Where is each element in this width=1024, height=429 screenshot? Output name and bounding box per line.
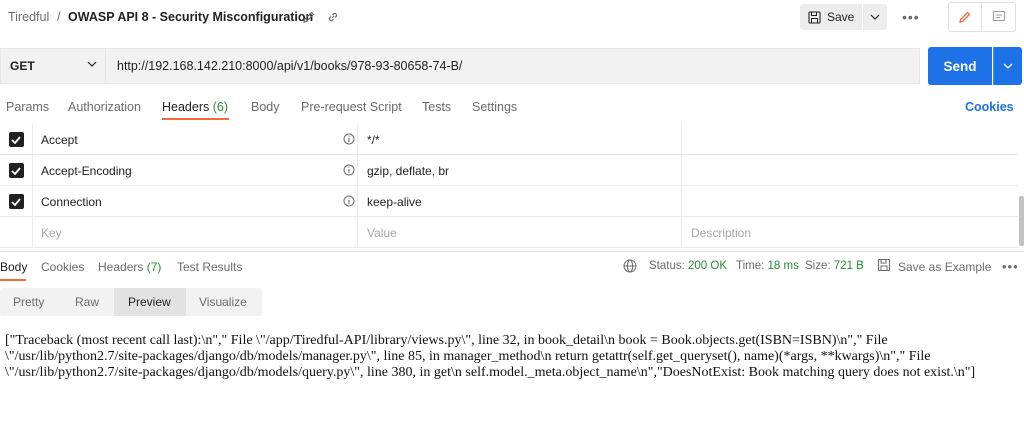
new-key-input[interactable]: Key [41,226,62,240]
tab-headers-count: (6) [212,100,229,114]
time-label: Time: [736,260,765,272]
response-tab-headers-label: Headers [98,260,144,274]
response-size[interactable]: Size: 721 B [805,260,864,272]
header-key[interactable]: Accept [41,133,78,147]
title-bar: Tiredful / OWASP API 8 - Security Miscon… [0,0,1024,34]
side-panel-toggle [948,2,1016,32]
table-row-new: Key Value Description [0,217,1018,248]
view-mode-visualize[interactable]: Visualize [199,295,247,309]
tab-authorization[interactable]: Authorization [68,100,141,114]
header-value[interactable]: gzip, deflate, br [367,164,449,178]
size-label: Size: [805,260,831,272]
tab-headers-label: Headers [162,100,210,114]
check-icon [11,135,21,144]
save-button[interactable]: Save [800,4,862,30]
table-row: Connection keep-alive [0,186,1018,217]
view-mode-preview[interactable]: Preview [128,295,171,309]
method-value: GET [10,59,35,73]
header-enabled-checkbox[interactable] [0,186,33,217]
response-preview: ["Traceback (most recent call last):\n",… [5,333,976,380]
cookies-link[interactable]: Cookies [965,100,1014,114]
response-status[interactable]: Status: 200 OK [649,260,727,272]
view-mode-raw[interactable]: Raw [75,295,99,309]
tab-tests[interactable]: Tests [422,100,451,114]
time-value: 18 ms [767,260,799,272]
new-value-input[interactable]: Value [367,226,397,240]
breadcrumb-separator: / [57,10,61,24]
header-key[interactable]: Connection [41,195,102,209]
breadcrumb-workspace[interactable]: Tiredful [8,10,49,24]
table-row: Accept-Encoding gzip, deflate, br [0,155,1018,186]
active-tab-indicator [162,118,229,120]
check-icon [11,166,21,175]
url-value: http://192.168.142.210:8000/api/v1/books… [117,59,463,73]
info-icon[interactable] [343,195,355,207]
edit-panel-button[interactable] [949,3,983,31]
pencil-icon[interactable] [302,10,316,24]
header-enabled-checkbox[interactable] [0,155,33,186]
save-dropdown-button[interactable] [863,4,887,30]
link-icon[interactable] [326,10,340,24]
pane-divider[interactable] [0,251,1024,252]
tab-params[interactable]: Params [6,100,49,114]
response-tab-cookies[interactable]: Cookies [41,260,84,274]
response-time[interactable]: Time: 18 ms [736,260,799,272]
info-icon[interactable] [343,133,355,145]
comment-icon [992,10,1005,22]
chevron-down-icon [870,14,880,20]
pencil-icon [959,11,971,23]
send-button[interactable]: Send [928,47,992,85]
response-tab-headers-count: (7) [146,260,162,274]
response-tab-body[interactable]: Body [0,260,27,274]
floppy-icon [808,10,821,24]
status-label: Status: [649,260,685,272]
chevron-down-icon [1003,63,1013,69]
tab-settings[interactable]: Settings [472,100,517,114]
header-value[interactable]: keep-alive [367,195,422,209]
more-options-button[interactable]: ••• [902,9,920,25]
request-title[interactable]: OWASP API 8 - Security Misconfiguration [68,10,313,24]
new-description-input[interactable]: Description [691,226,751,240]
tab-body[interactable]: Body [251,100,280,114]
info-icon[interactable] [343,164,355,176]
response-tab-headers[interactable]: Headers (7) [98,260,161,274]
save-as-example-button[interactable]: Save as Example [898,260,991,274]
table-row: Accept */* [0,124,1018,155]
status-value: 200 OK [688,260,728,272]
globe-icon[interactable] [623,259,637,273]
header-key[interactable]: Accept-Encoding [41,164,132,178]
tab-headers[interactable]: Headers (6) [162,100,228,114]
response-tab-test-results[interactable]: Test Results [177,260,242,274]
response-more-button[interactable]: ••• [1002,259,1019,274]
header-enabled-checkbox[interactable] [0,124,33,155]
floppy-icon [877,258,891,272]
save-label: Save [827,10,855,24]
docs-panel-button[interactable] [982,3,1015,31]
tab-pre-request-script[interactable]: Pre-request Script [301,100,402,114]
headers-table: Accept */* Accept-Encoding gzip, deflate… [0,124,1018,248]
view-mode-pretty[interactable]: Pretty [13,295,44,309]
header-value[interactable]: */* [367,133,380,147]
send-dropdown-button[interactable] [993,47,1022,85]
url-input[interactable]: http://192.168.142.210:8000/api/v1/books… [105,48,920,84]
size-value: 721 B [833,260,864,272]
chevron-down-icon [87,61,97,67]
active-response-tab-indicator [0,279,26,281]
check-icon [11,197,21,206]
scrollbar-thumb[interactable] [1019,196,1024,246]
